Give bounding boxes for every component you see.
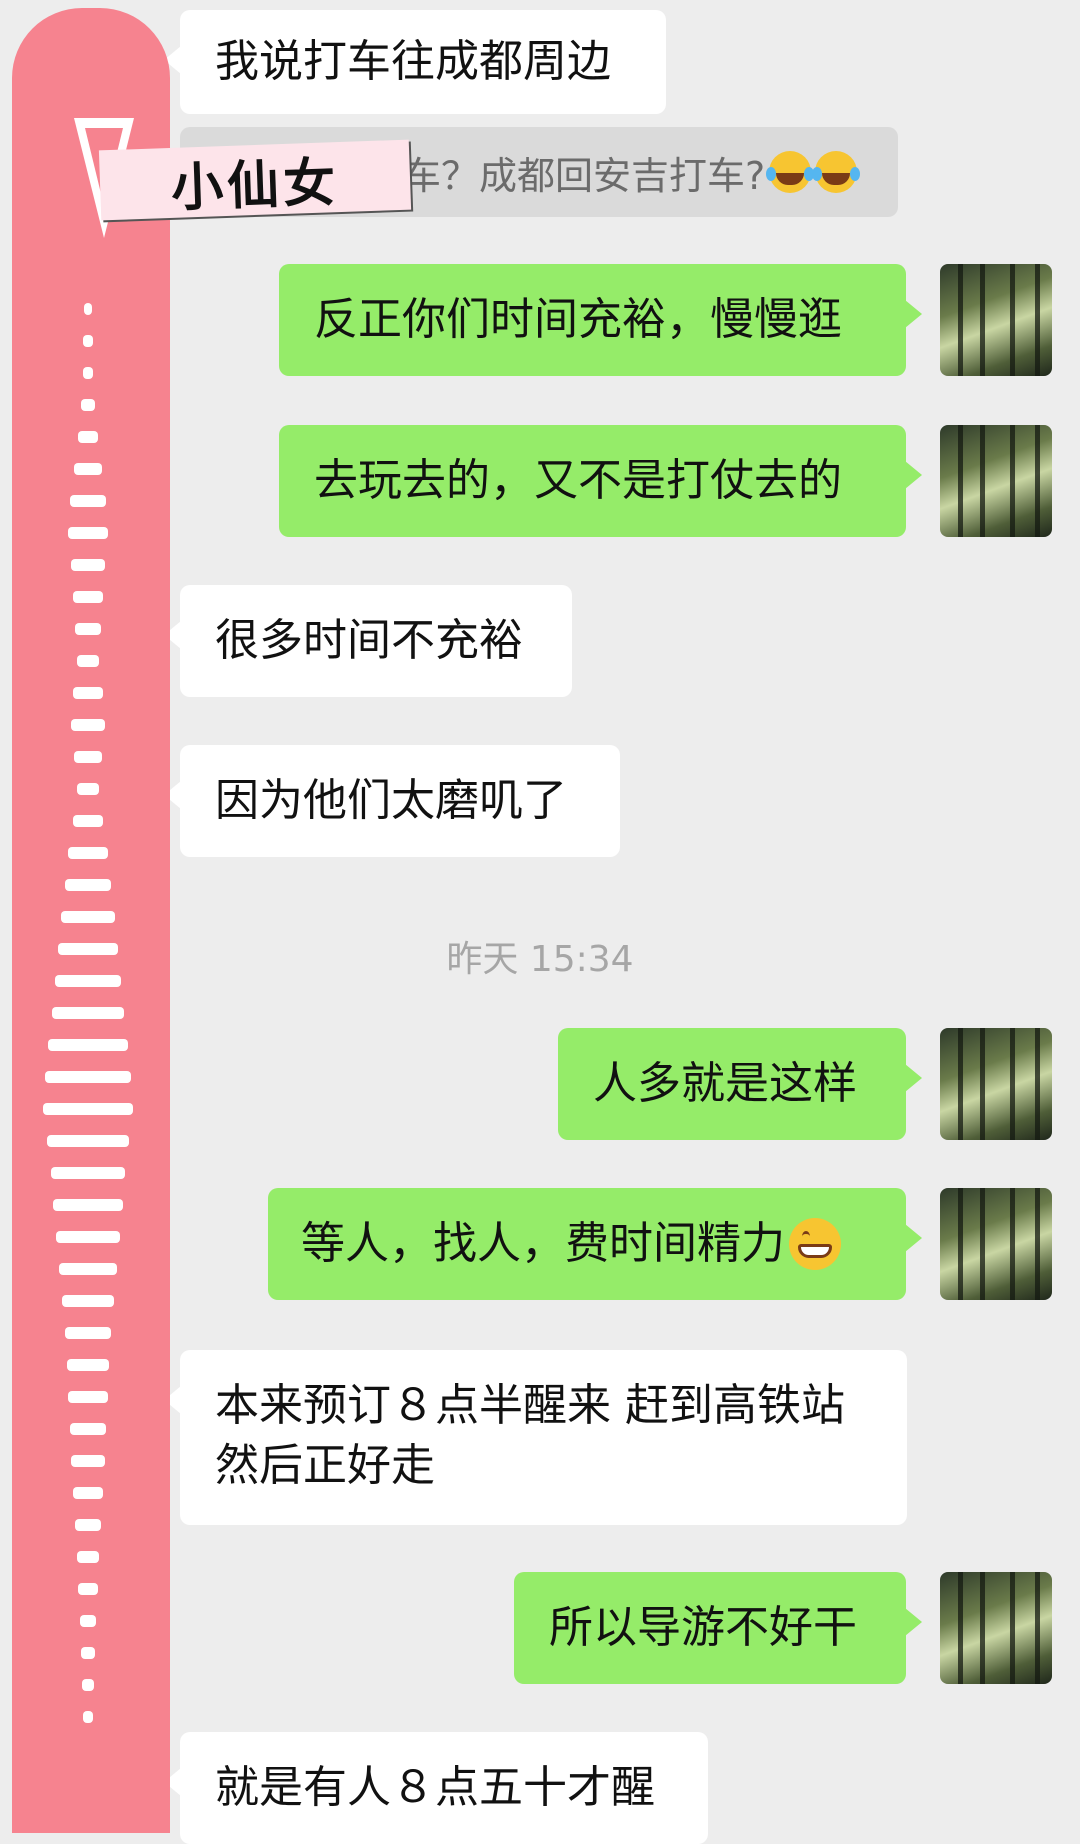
wave-bar: [68, 527, 108, 539]
outgoing-message[interactable]: 人多就是这样: [558, 1028, 922, 1140]
wave-bar: [74, 463, 102, 475]
wave-bar: [81, 1647, 95, 1659]
wave-bar: [73, 591, 103, 603]
incoming-message[interactable]: 因为他们太磨叽了: [164, 745, 620, 857]
wave-bar: [71, 559, 105, 571]
audio-wave-strip: [12, 8, 170, 1833]
wave-bar: [58, 943, 118, 955]
wave-bar: [71, 719, 105, 731]
message-text-line1: 本来预订８点半醒来 赶到高铁站: [215, 1380, 845, 1431]
wave-bar: [56, 1231, 120, 1243]
outgoing-message[interactable]: 反正你们时间充裕，慢慢逛: [279, 264, 922, 376]
wave-bar: [84, 303, 92, 315]
wave-bar: [77, 1551, 99, 1563]
wave-bar: [59, 1263, 117, 1275]
avatar[interactable]: [940, 1028, 1052, 1140]
incoming-message[interactable]: 本来预订８点半醒来 赶到高铁站 然后正好走: [164, 1350, 907, 1525]
wave-bar: [83, 367, 93, 379]
wave-bar: [82, 1679, 94, 1691]
wave-bar: [75, 623, 101, 635]
incoming-message[interactable]: 很多时间不充裕: [164, 585, 572, 697]
wave-bar: [52, 1007, 124, 1019]
incoming-message[interactable]: 我说打车往成都周边: [164, 10, 666, 114]
message-text: 等人，找人，费时间精力: [301, 1218, 785, 1269]
outgoing-message[interactable]: 等人，找人，费时间精力: [268, 1188, 922, 1300]
avatar[interactable]: [940, 1188, 1052, 1300]
wave-bar: [51, 1167, 125, 1179]
wave-bar: [68, 1391, 108, 1403]
wave-bar: [68, 847, 108, 859]
message-text: 人多就是这样: [593, 1058, 857, 1109]
wave-bar: [83, 1711, 93, 1723]
wave-bar: [53, 1199, 123, 1211]
wave-bar: [80, 1615, 96, 1627]
wave-bar: [48, 1039, 128, 1051]
laugh-cry-emoji-icon: [812, 151, 858, 193]
wave-bar: [81, 399, 95, 411]
message-text: 反正你们时间充裕，慢慢逛: [314, 294, 842, 345]
wave-bar: [73, 1487, 103, 1499]
message-text: 很多时间不充裕: [215, 615, 523, 666]
message-text: 去玩去的，又不是打仗去的: [314, 455, 842, 506]
wave-bar: [67, 1359, 109, 1371]
avatar[interactable]: [940, 425, 1052, 537]
message-text: 我说打车往成都周边: [215, 36, 611, 87]
incoming-message[interactable]: 就是有人８点五十才醒: [164, 1732, 708, 1844]
wave-bar: [83, 335, 93, 347]
wave-bar: [70, 1423, 106, 1435]
quote-text: 车？成都回安吉打车?: [403, 153, 766, 198]
overlay-label: 小仙女: [98, 139, 412, 221]
wave-bar: [77, 655, 99, 667]
wave-bar: [43, 1103, 133, 1115]
wave-bar: [71, 1455, 105, 1467]
wave-bar: [74, 751, 102, 763]
grin-emoji-icon: [789, 1218, 841, 1270]
wave-bar: [65, 879, 111, 891]
wave-bar: [78, 431, 98, 443]
message-text: 所以导游不好干: [549, 1602, 857, 1653]
wave-bar: [77, 783, 99, 795]
message-text: 就是有人８点五十才醒: [215, 1762, 655, 1813]
laugh-cry-emoji-icon: [766, 151, 812, 193]
wave-bar: [73, 815, 103, 827]
wave-bar: [70, 495, 106, 507]
avatar[interactable]: [940, 264, 1052, 376]
wave-bar: [73, 687, 103, 699]
wave-bar: [61, 911, 115, 923]
wave-bar: [78, 1583, 98, 1595]
wave-bar: [47, 1135, 129, 1147]
wave-bar: [62, 1295, 114, 1307]
message-text: 因为他们太磨叽了: [215, 775, 567, 826]
message-text-line2: 然后正好走: [215, 1440, 435, 1491]
outgoing-message[interactable]: 去玩去的，又不是打仗去的: [279, 425, 922, 537]
wave-bar: [55, 975, 121, 987]
wave-bar: [75, 1519, 101, 1531]
wave-bar: [45, 1071, 131, 1083]
wave-bar: [65, 1327, 111, 1339]
avatar[interactable]: [940, 1572, 1052, 1684]
outgoing-message[interactable]: 所以导游不好干: [514, 1572, 922, 1684]
